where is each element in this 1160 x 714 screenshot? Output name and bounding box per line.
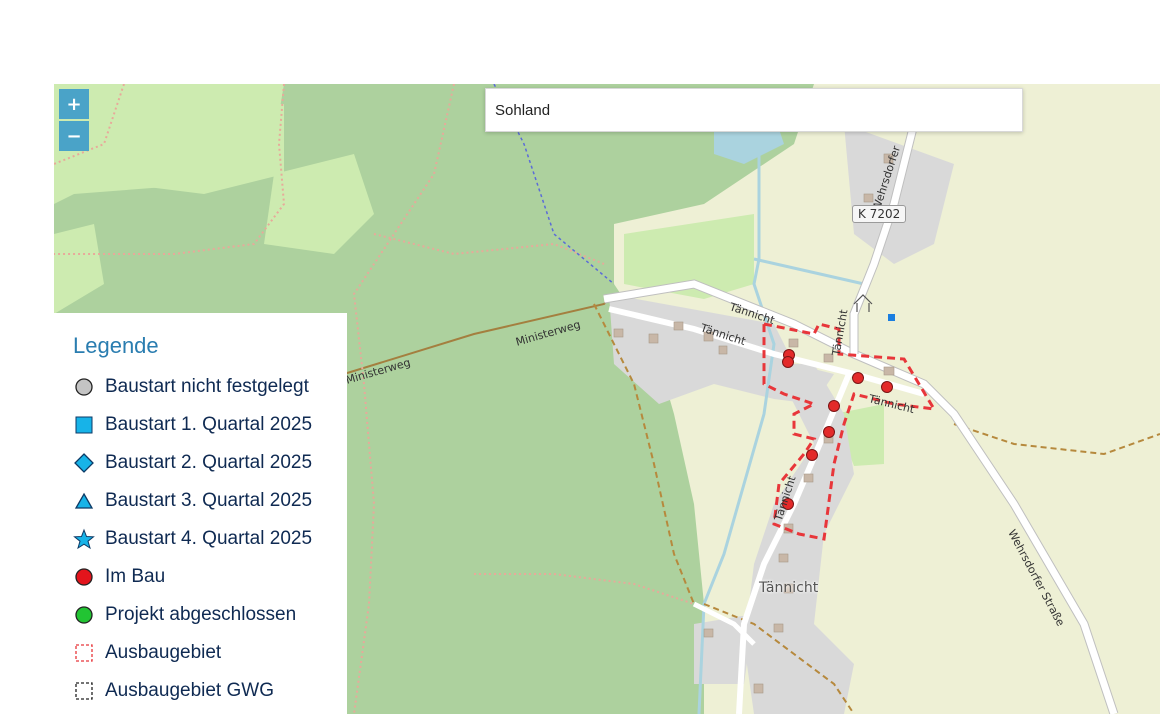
legend-item-expansion-area-gwg: Ausbaugebiet GWG <box>73 679 343 703</box>
green-circle-icon <box>73 604 95 626</box>
location-search-input[interactable] <box>485 88 1023 132</box>
legend-label: Baustart 4. Quartal 2025 <box>105 528 313 549</box>
legend-item-in-construction: Im Bau <box>73 565 343 589</box>
road-ref-badge: K 7202 <box>852 205 907 223</box>
red-circle-icon <box>73 566 95 588</box>
place-label: Tännicht <box>759 580 819 596</box>
zoom-out-button[interactable]: − <box>59 121 89 151</box>
legend-item-completed: Projekt abgeschlossen <box>73 603 343 627</box>
legend-item-q3-2025: Baustart 3. Quartal 2025 <box>73 489 343 513</box>
legend-label: Im Bau <box>105 566 166 587</box>
legend-item-q2-2025: Baustart 2. Quartal 2025 <box>73 451 343 475</box>
legend-label: Baustart 1. Quartal 2025 <box>105 414 313 435</box>
legend-label: Ausbaugebiet <box>105 642 222 663</box>
blue-star-icon <box>73 528 95 550</box>
legend-label: Baustart 3. Quartal 2025 <box>105 490 313 511</box>
legend-label: Baustart 2. Quartal 2025 <box>105 452 313 473</box>
blue-square-icon <box>73 414 95 436</box>
legend-label: Ausbaugebiet GWG <box>105 680 274 701</box>
black-dashed-square-icon <box>73 680 95 702</box>
blue-diamond-icon <box>73 452 95 474</box>
grey-circle-icon <box>73 376 95 398</box>
blue-square-marker[interactable] <box>888 314 895 321</box>
legend-item-q4-2025: Baustart 4. Quartal 2025 <box>73 527 343 551</box>
red-dashed-square-icon <box>73 642 95 664</box>
legend-title: Legende <box>73 333 159 358</box>
blue-triangle-icon <box>73 490 95 512</box>
legend-panel: Legende Baustart nicht festgelegt Bausta… <box>54 313 347 714</box>
legend-label: Baustart nicht festgelegt <box>105 376 309 397</box>
legend-label: Projekt abgeschlossen <box>105 604 297 625</box>
legend-item-not-scheduled: Baustart nicht festgelegt <box>73 375 343 399</box>
legend-item-q1-2025: Baustart 1. Quartal 2025 <box>73 413 343 437</box>
zoom-in-button[interactable]: + <box>59 89 89 119</box>
legend-item-expansion-area: Ausbaugebiet <box>73 641 343 665</box>
